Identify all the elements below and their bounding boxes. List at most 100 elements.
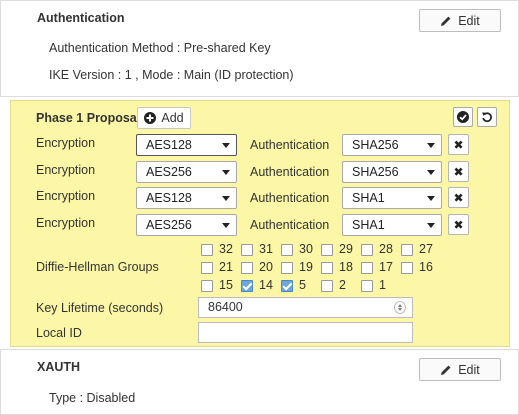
chevron-down-icon xyxy=(222,170,230,175)
dh-group-checkbox[interactable] xyxy=(321,280,333,292)
key-lifetime-label: Key Lifetime (seconds) xyxy=(36,301,164,315)
xauth-title: XAUTH xyxy=(37,360,81,374)
encryption-label: Encryption xyxy=(36,136,96,150)
pencil-icon xyxy=(441,365,451,375)
chevron-down-icon xyxy=(427,170,435,175)
dh-group-label: 5 xyxy=(299,278,306,292)
encryption-select[interactable]: AES256 xyxy=(136,214,237,236)
dh-group-checkbox[interactable] xyxy=(401,244,413,256)
dh-group-label: 14 xyxy=(259,278,273,292)
spinner-icon[interactable] xyxy=(394,301,406,314)
dh-group-checkbox[interactable] xyxy=(241,262,253,274)
encryption-label: Encryption xyxy=(36,189,96,203)
local-id-input[interactable] xyxy=(198,322,413,343)
authentication-method-text: Authentication Method : Pre-shared Key xyxy=(49,41,271,55)
pencil-icon xyxy=(441,16,451,26)
dh-group-checkbox[interactable] xyxy=(321,244,333,256)
dh-group-label: 17 xyxy=(379,260,393,274)
dh-group-checkbox[interactable] xyxy=(201,262,213,274)
authentication-select[interactable]: SHA1 xyxy=(342,214,442,236)
xauth-edit-button[interactable]: Edit xyxy=(419,358,501,381)
close-icon: ✖ xyxy=(453,190,464,205)
dh-group-checkbox[interactable] xyxy=(281,280,293,292)
dh-group-checkbox[interactable] xyxy=(361,244,373,256)
delete-proposal-button[interactable]: ✖ xyxy=(448,187,469,208)
delete-proposal-button[interactable]: ✖ xyxy=(448,214,469,235)
local-id-label: Local ID xyxy=(36,326,82,340)
dh-group-checkbox[interactable] xyxy=(281,244,293,256)
plus-circle-icon xyxy=(144,112,157,124)
dh-group-checkbox[interactable] xyxy=(201,280,213,292)
chevron-down-icon xyxy=(427,223,435,228)
xauth-type-text: Type : Disabled xyxy=(49,391,136,405)
authentication-select[interactable]: SHA256 xyxy=(342,161,442,183)
delete-proposal-button[interactable]: ✖ xyxy=(448,161,469,182)
dh-group-checkbox[interactable] xyxy=(241,244,253,256)
undo-icon xyxy=(482,112,492,123)
xauth-section: XAUTH Edit Type : Disabled xyxy=(0,349,519,415)
close-icon: ✖ xyxy=(453,217,464,232)
dh-group-checkbox[interactable] xyxy=(241,280,253,292)
add-proposal-button[interactable]: Add xyxy=(137,107,191,129)
revert-button[interactable] xyxy=(477,107,497,127)
dh-group-label: 18 xyxy=(339,260,353,274)
dh-group-label: 1 xyxy=(379,278,386,292)
phase1-proposal-section: Phase 1 Proposal Add Encryption AES128 A… xyxy=(10,100,510,347)
apply-button[interactable] xyxy=(453,107,473,127)
dh-group-checkbox[interactable] xyxy=(281,262,293,274)
authentication-value: SHA1 xyxy=(352,218,385,232)
dh-group-label: 15 xyxy=(219,278,233,292)
encryption-value: AES256 xyxy=(146,218,192,232)
dh-group-label: 31 xyxy=(259,242,273,256)
authentication-label: Authentication xyxy=(250,165,330,179)
encryption-value: AES256 xyxy=(146,165,192,179)
dh-group-label: 16 xyxy=(419,260,433,274)
phase1-title: Phase 1 Proposal xyxy=(36,111,141,125)
edit-label: Edit xyxy=(458,13,480,28)
authentication-edit-button[interactable]: Edit xyxy=(419,9,501,32)
dh-group-label: 20 xyxy=(259,260,273,274)
authentication-value: SHA1 xyxy=(352,191,385,205)
chevron-down-icon xyxy=(427,196,435,201)
authentication-select[interactable]: SHA256 xyxy=(342,134,442,156)
encryption-select[interactable]: AES128 xyxy=(136,187,237,209)
check-circle-icon xyxy=(457,111,469,123)
encryption-label: Encryption xyxy=(36,216,96,230)
dh-group-label: 30 xyxy=(299,242,313,256)
close-icon: ✖ xyxy=(453,137,464,152)
delete-proposal-button[interactable]: ✖ xyxy=(448,134,469,155)
authentication-value: SHA256 xyxy=(352,165,399,179)
dh-group-label: 27 xyxy=(419,242,433,256)
authentication-label: Authentication xyxy=(250,138,330,152)
key-lifetime-value: 86400 xyxy=(208,300,243,314)
dh-group-checkbox[interactable] xyxy=(401,262,413,274)
dh-group-checkbox[interactable] xyxy=(361,280,373,292)
chevron-down-icon xyxy=(222,196,230,201)
authentication-section: Authentication Edit Authentication Metho… xyxy=(0,0,519,97)
authentication-select[interactable]: SHA1 xyxy=(342,187,442,209)
encryption-label: Encryption xyxy=(36,163,96,177)
dh-group-checkbox[interactable] xyxy=(361,262,373,274)
authentication-title: Authentication xyxy=(37,11,125,25)
dh-group-label: 32 xyxy=(219,242,233,256)
chevron-down-icon xyxy=(222,143,230,148)
chevron-down-icon xyxy=(427,143,435,148)
encryption-select[interactable]: AES256 xyxy=(136,161,237,183)
authentication-label: Authentication xyxy=(250,218,330,232)
dh-group-checkbox[interactable] xyxy=(321,262,333,274)
authentication-value: SHA256 xyxy=(352,138,399,152)
close-icon: ✖ xyxy=(453,164,464,179)
dh-group-label: 2 xyxy=(339,278,346,292)
chevron-down-icon xyxy=(222,223,230,228)
encryption-value: AES128 xyxy=(146,138,192,152)
key-lifetime-input[interactable]: 86400 xyxy=(198,297,413,318)
authentication-label: Authentication xyxy=(250,191,330,205)
ike-version-text: IKE Version : 1 , Mode : Main (ID protec… xyxy=(49,68,294,82)
dh-group-label: 19 xyxy=(299,260,313,274)
dh-groups-label: Diffie-Hellman Groups xyxy=(36,260,159,274)
dh-group-checkbox[interactable] xyxy=(201,244,213,256)
edit-label: Edit xyxy=(458,362,480,377)
encryption-select[interactable]: AES128 xyxy=(136,134,237,156)
dh-group-label: 28 xyxy=(379,242,393,256)
dh-group-label: 29 xyxy=(339,242,353,256)
